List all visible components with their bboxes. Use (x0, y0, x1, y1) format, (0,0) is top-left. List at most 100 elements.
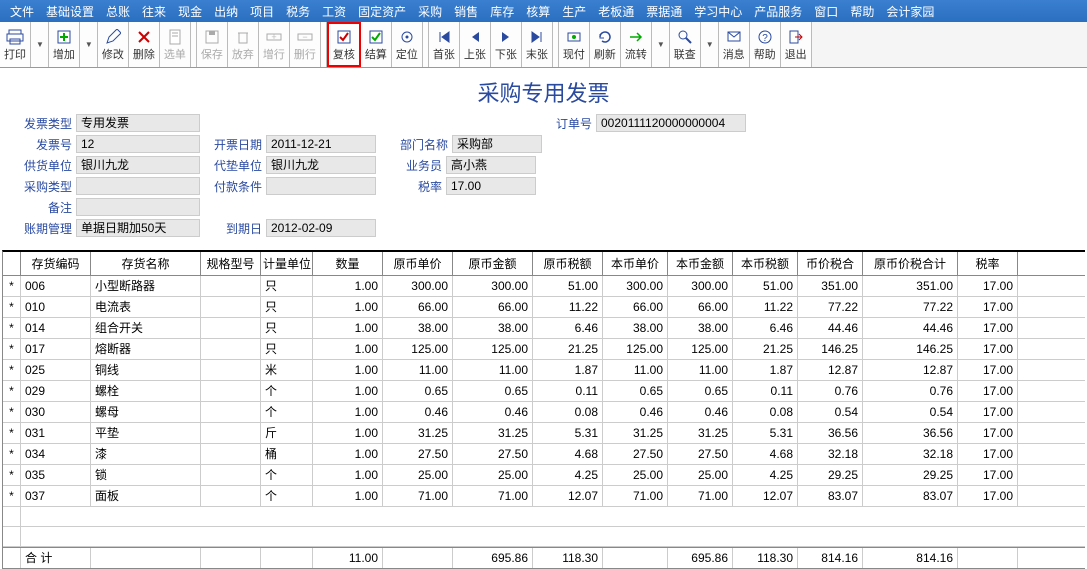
tool-refresh-button[interactable]: 刷新 (590, 22, 621, 67)
table-row[interactable]: *017熔断器只1.00125.00125.0021.25125.00125.0… (3, 339, 1085, 360)
field-tax-rate[interactable]: 17.00 (446, 177, 536, 195)
menu-item[interactable]: 工资 (316, 3, 352, 20)
col-header[interactable]: 原币价税合计 (863, 252, 958, 275)
col-header[interactable]: 原币金额 (453, 252, 533, 275)
menu-item[interactable]: 学习中心 (688, 3, 748, 20)
menu-item[interactable]: 固定资产 (352, 3, 412, 20)
cell: 11.00 (453, 360, 533, 380)
tool-label: 增行 (263, 46, 285, 62)
chevron-down-icon[interactable]: ▼ (657, 40, 665, 49)
col-header[interactable]: 税率 (958, 252, 1018, 275)
tool-plus-button[interactable]: 增加 (49, 22, 80, 67)
field-clerk[interactable]: 高小燕 (446, 156, 536, 174)
chevron-down-icon[interactable]: ▼ (706, 40, 714, 49)
table-row[interactable]: *029螺栓个1.000.650.650.110.650.650.110.760… (3, 381, 1085, 402)
tool-cross-button[interactable]: 删除 (129, 22, 160, 67)
field-invoice-no[interactable]: 12 (76, 135, 200, 153)
table-row[interactable]: *025铜线米1.0011.0011.001.8711.0011.001.871… (3, 360, 1085, 381)
data-grid: 存货编码存货名称规格型号计量单位数量原币单价原币金额原币税额本币单价本币金额本币… (2, 250, 1085, 569)
tool-help-button[interactable]: ?帮助 (750, 22, 781, 67)
menu-item[interactable]: 销售 (448, 3, 484, 20)
tool-trash-button[interactable]: 放弃 (228, 22, 259, 67)
col-header[interactable] (3, 252, 21, 275)
tool-disk-button[interactable]: 保存 (197, 22, 228, 67)
tool-msg-button[interactable]: 消息 (719, 22, 750, 67)
table-row[interactable]: *031平垫斤1.0031.2531.255.3131.2531.255.313… (3, 423, 1085, 444)
col-header[interactable]: 规格型号 (201, 252, 261, 275)
table-row[interactable]: *014组合开关只1.0038.0038.006.4638.0038.006.4… (3, 318, 1085, 339)
table-row[interactable]: *035锁个1.0025.0025.004.2525.0025.004.2529… (3, 465, 1085, 486)
menu-item[interactable]: 采购 (412, 3, 448, 20)
menu-item[interactable]: 窗口 (808, 3, 844, 20)
table-row[interactable]: *037面板个1.0071.0071.0012.0771.0071.0012.0… (3, 486, 1085, 507)
col-header[interactable]: 原币税额 (533, 252, 603, 275)
col-header[interactable]: 本币金额 (668, 252, 733, 275)
menu-item[interactable]: 产品服务 (748, 3, 808, 20)
tool-printer-button[interactable]: 打印 (0, 22, 31, 67)
field-invoice-type[interactable]: 专用发票 (76, 114, 200, 132)
menu-item[interactable]: 总账 (100, 3, 136, 20)
field-order-no[interactable]: 0020111120000000004 (596, 114, 746, 132)
menu-item[interactable]: 会计家园 (880, 3, 940, 20)
field-dept[interactable]: 采购部 (452, 135, 542, 153)
tool-pencil-button[interactable]: 修改 (98, 22, 129, 67)
chevron-down-icon[interactable]: ▼ (85, 40, 93, 49)
menu-item[interactable]: 基础设置 (40, 3, 100, 20)
col-header[interactable]: 数量 (313, 252, 383, 275)
menu-item[interactable]: 库存 (484, 3, 520, 20)
tool-exit-button[interactable]: 退出 (781, 22, 812, 67)
field-remark[interactable] (76, 198, 200, 216)
tool-delrow-button[interactable]: −删行 (290, 22, 321, 67)
col-header[interactable]: 原币单价 (383, 252, 453, 275)
field-supplier[interactable]: 银川九龙 (76, 156, 200, 174)
tool-locate-button[interactable]: 定位 (392, 22, 423, 67)
tool-addrow-button[interactable]: +增行 (259, 22, 290, 67)
tool-link-button[interactable]: 联查 (670, 22, 701, 67)
field-due-date[interactable]: 2012-02-09 (266, 219, 376, 237)
menu-item[interactable]: 老板通 (592, 3, 640, 20)
tool-dropdown[interactable]: ▼ (80, 22, 98, 67)
col-header[interactable]: 本币单价 (603, 252, 668, 275)
tool-first-button[interactable]: 首张 (429, 22, 460, 67)
col-header[interactable]: 存货编码 (21, 252, 91, 275)
menu-item[interactable]: 票据通 (640, 3, 688, 20)
tool-dropdown[interactable]: ▼ (701, 22, 719, 67)
menu-item[interactable]: 核算 (520, 3, 556, 20)
tool-dropdown[interactable]: ▼ (652, 22, 670, 67)
tool-settle-button[interactable]: 结算 (361, 22, 392, 67)
col-header[interactable]: 币价税合 (798, 252, 863, 275)
field-credit-mgmt[interactable]: 单据日期加50天 (76, 219, 200, 237)
tool-next-button[interactable]: 下张 (491, 22, 522, 67)
menu-item[interactable]: 税务 (280, 3, 316, 20)
tool-label: 下张 (495, 46, 517, 62)
menu-item[interactable]: 项目 (244, 3, 280, 20)
menu-item[interactable]: 往来 (136, 3, 172, 20)
field-invoice-date[interactable]: 2011-12-21 (266, 135, 376, 153)
col-header[interactable]: 存货名称 (91, 252, 201, 275)
tool-last-button[interactable]: 末张 (522, 22, 553, 67)
field-purchase-type[interactable] (76, 177, 200, 195)
field-pay-terms[interactable] (266, 177, 376, 195)
cell: 铜线 (91, 360, 201, 380)
menu-item[interactable]: 帮助 (844, 3, 880, 20)
tool-check-button[interactable]: 复核 (327, 22, 361, 67)
menu-item[interactable]: 文件 (4, 3, 40, 20)
tool-pay-button[interactable]: 现付 (559, 22, 590, 67)
col-header[interactable]: 计量单位 (261, 252, 313, 275)
table-row[interactable]: *030螺母个1.000.460.460.080.460.460.080.540… (3, 402, 1085, 423)
tool-sheet-button[interactable]: 选单 (160, 22, 191, 67)
tool-prev-button[interactable]: 上张 (460, 22, 491, 67)
menu-item[interactable]: 出纳 (208, 3, 244, 20)
table-row[interactable]: *010电流表只1.0066.0066.0011.2266.0066.0011.… (3, 297, 1085, 318)
col-header[interactable]: 本币税额 (733, 252, 798, 275)
tool-flow-button[interactable]: 流转 (621, 22, 652, 67)
cell: 27.50 (668, 444, 733, 464)
tool-dropdown[interactable]: ▼ (31, 22, 49, 67)
field-advance-unit[interactable]: 银川九龙 (266, 156, 376, 174)
cell: 27.50 (383, 444, 453, 464)
chevron-down-icon[interactable]: ▼ (36, 40, 44, 49)
table-row[interactable]: *034漆桶1.0027.5027.504.6827.5027.504.6832… (3, 444, 1085, 465)
table-row[interactable]: *006小型断路器只1.00300.00300.0051.00300.00300… (3, 276, 1085, 297)
menu-item[interactable]: 生产 (556, 3, 592, 20)
menu-item[interactable]: 现金 (172, 3, 208, 20)
